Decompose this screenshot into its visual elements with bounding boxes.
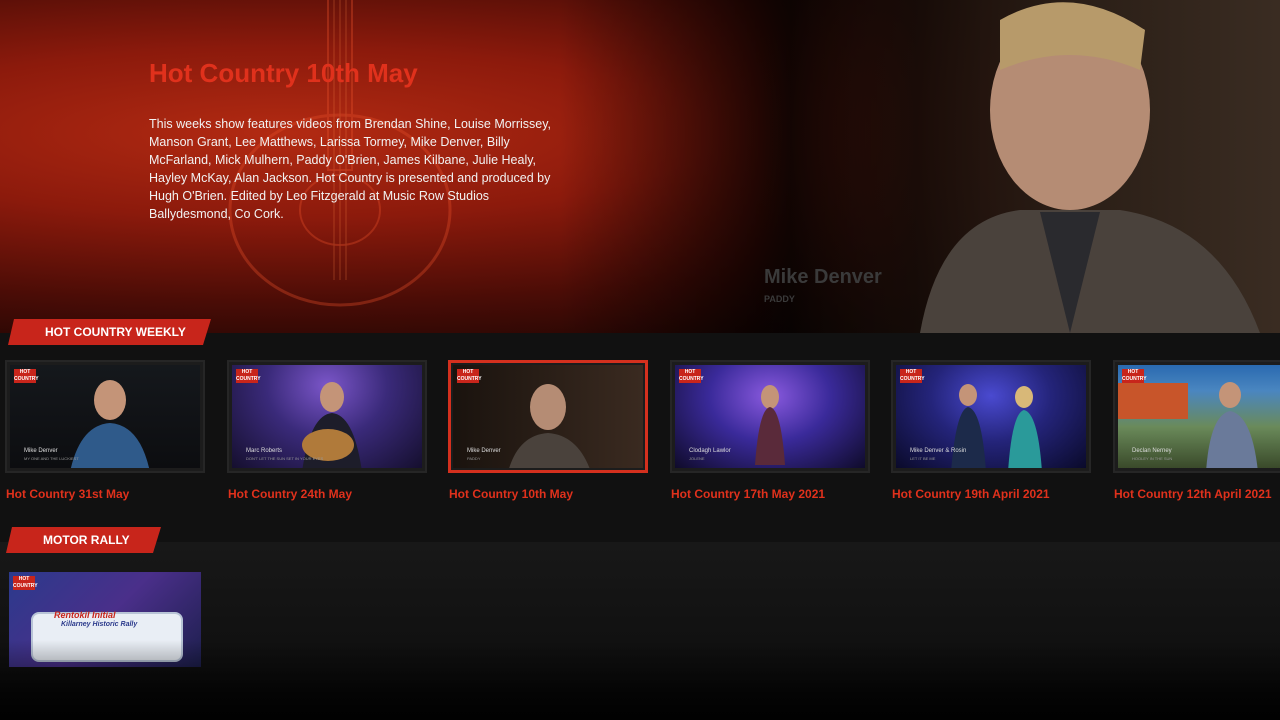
video-card[interactable]: HOT COUNTRY Marc Roberts DON'T LET THE S… [227,360,427,473]
video-card[interactable]: HOT COUNTRY Clodagh Lawlor JOLENE [670,360,870,473]
thumbnail-song-title: PADDY [467,456,481,461]
video-card-title[interactable]: Hot Country 19th April 2021 [892,487,1050,501]
hero-video-caption-song: PADDY [764,294,795,304]
video-card-title[interactable]: Hot Country 17th May 2021 [671,487,825,501]
thumbnail-song-title: HOOLEY IN THE SUN [1132,456,1173,461]
hot-country-logo-icon: HOT COUNTRY [236,369,261,383]
video-card-title[interactable]: Hot Country 31st May [6,487,129,501]
thumbnail-song-title: MY ONE AND THE LUCKIEST [24,456,79,461]
section-tag-motor-rally: MOTOR RALLY [6,527,161,553]
video-thumbnail: HOT COUNTRY Declan Nerney HOOLEY IN THE … [1118,365,1280,468]
section-tag-hot-country-weekly: HOT COUNTRY WEEKLY [8,319,211,345]
hot-country-logo-icon: HOT COUNTRY [14,369,39,383]
hero-video-caption-name: Mike Denver [764,266,882,288]
thumbnail-artist-name: Clodagh Lawlor [689,448,731,454]
thumbnail-artist-name: Mike Denver & Rosin [910,448,967,454]
thumbnail-artist-name: Mike Denver [467,448,501,454]
thumbnail-song-title: LET IT BE ME [910,456,936,461]
hero-description: This weeks show features videos from Bre… [149,117,552,221]
video-card[interactable]: HOT COUNTRY Mike Denver MY ONE AND THE L… [5,360,205,473]
video-card[interactable]: HOT COUNTRY Declan Nerney HOOLEY IN THE … [1113,360,1280,473]
video-card-title[interactable]: Hot Country 24th May [228,487,352,501]
video-thumbnail: HOT COUNTRY Marc Roberts DON'T LET THE S… [232,365,422,468]
video-thumbnail: HOT COUNTRY Mike Denver MY ONE AND THE L… [10,365,200,468]
hot-country-logo-icon: HOT COUNTRY [679,369,704,383]
thumbnail-artist-name: Marc Roberts [246,448,283,454]
hot-country-logo-icon: HOT COUNTRY [900,369,925,383]
video-thumbnail: HOT COUNTRY Mike Denver & Rosin LET IT B… [896,365,1086,468]
hero-title: Hot Country 10th May [149,58,418,88]
thumbnail-song-title: JOLENE [689,456,705,461]
thumbnail-song-title: DON'T LET THE SUN SET IN YOUR EYES [246,456,324,461]
thumbnail-artist-name: Declan Nerney [1132,448,1172,454]
thumbnail-artist-name: Mike Denver [24,448,58,454]
hot-country-logo-icon: HOT COUNTRY [13,576,38,590]
video-card-title[interactable]: Hot Country 12th April 2021 [1114,487,1272,501]
thumbnail-rally-name: Killarney Historic Rally [61,621,138,628]
video-card-title[interactable]: Hot Country 10th May [449,487,573,501]
hero-banner: Hot Country 10th May This weeks show fea… [0,0,1280,333]
hot-country-logo-icon: HOT COUNTRY [457,369,482,383]
video-thumbnail: HOT COUNTRY Clodagh Lawlor JOLENE [675,365,865,468]
video-thumbnail: HOT COUNTRY Mike Denver PADDY [453,365,643,468]
video-card[interactable]: HOT COUNTRY Rentokil Initial Killarney H… [9,572,201,667]
hot-country-logo-icon: HOT COUNTRY [1122,369,1147,383]
video-card[interactable]: HOT COUNTRY Mike Denver & Rosin LET IT B… [891,360,1091,473]
thumbnail-rally-sponsor: Rentokil Initial [54,610,116,620]
video-card-selected[interactable]: HOT COUNTRY Mike Denver PADDY [448,360,648,473]
